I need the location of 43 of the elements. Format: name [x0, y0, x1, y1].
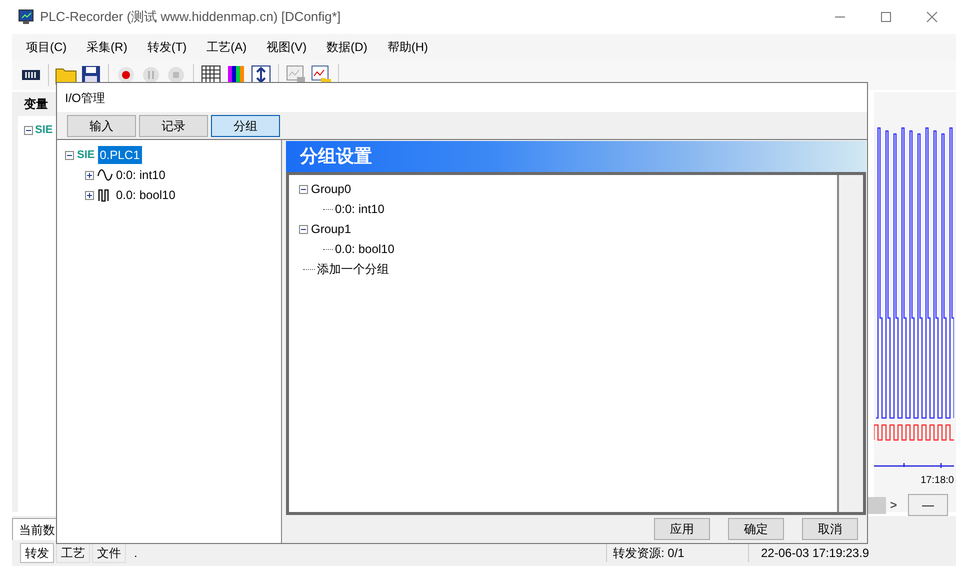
group-node[interactable]: Group0: [311, 180, 352, 198]
status-text: .: [134, 545, 138, 562]
scrollbar-thumb[interactable]: [868, 496, 886, 514]
close-icon[interactable]: [926, 11, 938, 23]
menu-item[interactable]: 帮助(H): [387, 38, 428, 56]
menu-item[interactable]: 工艺(A): [206, 38, 247, 56]
tree-node[interactable]: 0.PLC1: [98, 146, 142, 164]
menu-item[interactable]: 数据(D): [326, 38, 368, 56]
dialog-tab[interactable]: 分组: [211, 114, 280, 136]
expand-icon[interactable]: [85, 190, 94, 200]
app-icon: [18, 9, 34, 25]
dialog-title: I/O管理: [65, 90, 106, 106]
dialog-button[interactable]: 应用: [654, 518, 710, 540]
window-title: PLC-Recorder (测试 www.hiddenmap.cn) [DConfig*]: [40, 8, 341, 26]
scroll-right-button[interactable]: >: [890, 496, 904, 514]
zoom-button[interactable]: —: [908, 494, 948, 516]
collapse-icon[interactable]: [299, 184, 308, 194]
panel-header: 分组设置: [286, 141, 866, 172]
time-axis-label: 17:18:0: [920, 474, 954, 488]
menu-item[interactable]: 转发(T): [147, 38, 187, 56]
group-node[interactable]: Group1: [311, 220, 352, 238]
menu-item[interactable]: 项目(C): [26, 38, 67, 56]
menu-item[interactable]: 采集(R): [86, 38, 128, 56]
collapse-icon[interactable]: [65, 150, 74, 160]
group-member[interactable]: 0:0: int10: [335, 200, 384, 218]
dialog-tab[interactable]: 输入: [67, 114, 136, 136]
dialog-button[interactable]: 取消: [802, 518, 858, 540]
tree-node[interactable]: 0:0: int10: [116, 166, 166, 184]
panel-tab[interactable]: 变量: [24, 95, 48, 113]
dialog-tab[interactable]: 记录: [139, 114, 208, 136]
tree-node[interactable]: 0.0: bool10: [116, 186, 176, 204]
expand-icon[interactable]: [85, 170, 94, 180]
maximize-icon[interactable]: [880, 11, 892, 23]
tree-node-prefix: SIE: [77, 148, 95, 163]
add-group-item[interactable]: 添加一个分组: [317, 260, 389, 278]
menu-item[interactable]: 视图(V): [266, 38, 307, 56]
collapse-icon[interactable]: [299, 224, 308, 234]
group-member[interactable]: 0.0: bool10: [335, 240, 394, 258]
sine-wave-icon: [97, 168, 113, 182]
status-tab[interactable]: 转发: [20, 543, 54, 563]
collapse-icon[interactable]: [24, 126, 33, 135]
scrollbar-track[interactable]: [837, 175, 863, 512]
dialog-button[interactable]: 确定: [728, 518, 784, 540]
